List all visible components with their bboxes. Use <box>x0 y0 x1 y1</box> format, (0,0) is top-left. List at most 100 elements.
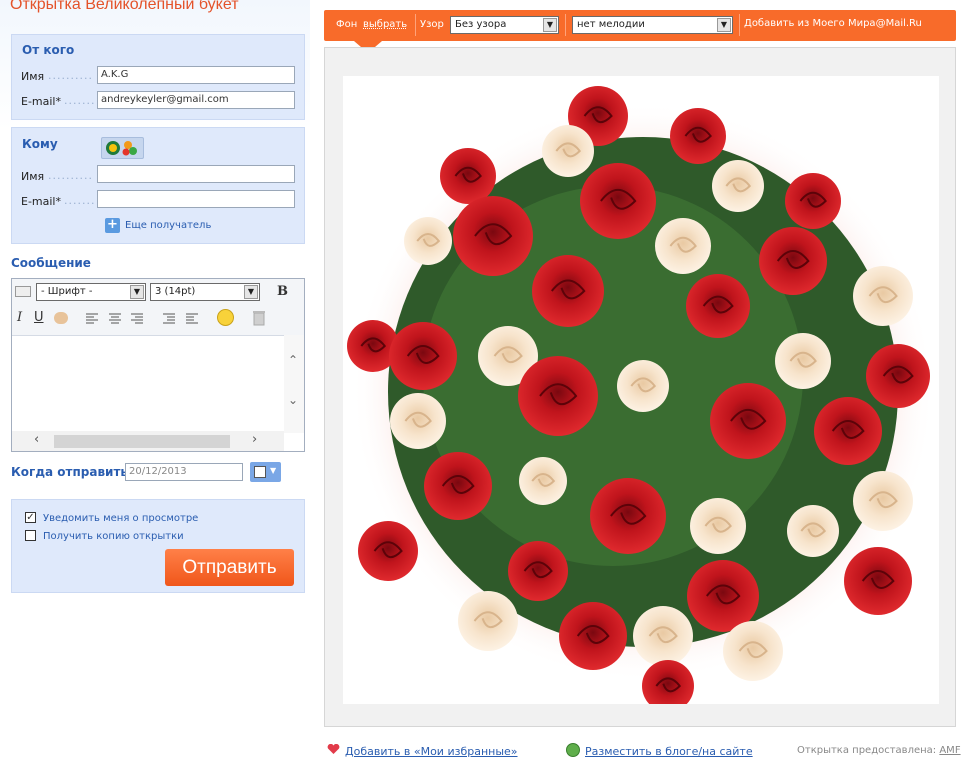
red-rose <box>389 322 457 390</box>
card-toolbar: Фон выбрать Узор Без узора ▼ нет мелодии ▼… <box>324 10 956 41</box>
red-rose <box>580 163 656 239</box>
copy-label[interactable]: Получить копию открытки <box>43 531 184 542</box>
red-rose <box>670 108 726 164</box>
address-book-button[interactable] <box>101 137 144 159</box>
add-recipient-link[interactable]: Еще получатель <box>125 220 211 231</box>
cream-rose <box>458 591 518 651</box>
italic-button[interactable]: I <box>17 310 22 325</box>
color-icon[interactable] <box>54 312 68 324</box>
cream-rose <box>690 498 746 554</box>
from-name-input[interactable]: A.K.G <box>97 66 295 84</box>
divider <box>739 14 740 36</box>
keyboard-icon[interactable] <box>15 286 31 297</box>
bold-button[interactable]: B <box>277 284 288 299</box>
globe-icon <box>566 743 580 757</box>
cream-rose <box>775 333 831 389</box>
cream-rose <box>655 218 711 274</box>
font-select[interactable]: - Шрифт - ▼ <box>36 283 146 301</box>
divider <box>565 14 566 36</box>
bouquet-image <box>347 86 935 712</box>
size-select[interactable]: 3 (14pt) ▼ <box>150 283 260 301</box>
cream-rose <box>712 160 764 212</box>
align-right-icon[interactable] <box>130 312 144 327</box>
smiley-icon[interactable] <box>217 309 234 326</box>
underline-button[interactable]: U <box>34 310 44 325</box>
notify-label[interactable]: Уведомить меня о просмотре <box>43 513 198 524</box>
send-button[interactable]: Отправить <box>165 549 294 586</box>
from-name-label: Имя <box>21 70 45 83</box>
to-name-input[interactable] <box>97 165 295 183</box>
scroll-up-icon[interactable]: ⌃ <box>288 353 298 367</box>
cream-rose <box>617 360 669 412</box>
add-from-myworld-link[interactable]: Добавить из Моего Мира@Mail.Ru <box>744 18 922 29</box>
scroll-down-icon[interactable]: ⌄ <box>288 393 298 407</box>
horizontal-scrollbar[interactable]: ‹ › <box>12 431 284 451</box>
vertical-scrollbar[interactable]: ⌃ ⌄ <box>284 335 304 433</box>
red-rose <box>358 521 418 581</box>
scroll-thumb[interactable] <box>54 435 230 448</box>
leader-dots: ....... <box>64 194 96 207</box>
red-rose <box>687 560 759 632</box>
scroll-right-icon[interactable]: › <box>252 432 257 447</box>
cream-rose <box>542 125 594 177</box>
indent-icon[interactable] <box>162 312 176 327</box>
to-title: Кому <box>22 137 58 151</box>
red-rose <box>518 356 598 436</box>
trash-icon[interactable] <box>252 309 266 329</box>
cream-rose <box>519 457 567 505</box>
cream-rose <box>787 505 839 557</box>
red-rose <box>590 478 666 554</box>
red-rose <box>759 227 827 295</box>
red-rose <box>785 173 841 229</box>
calendar-icon[interactable]: ▼ <box>250 462 281 482</box>
red-rose <box>710 383 786 459</box>
to-email-label: E-mail* <box>21 195 61 208</box>
align-center-icon[interactable] <box>108 312 122 327</box>
cream-rose <box>723 621 783 681</box>
message-title: Сообщение <box>11 256 91 270</box>
notify-checkbox[interactable]: ✓ <box>25 512 36 523</box>
cream-rose <box>404 217 452 265</box>
red-rose <box>559 602 627 670</box>
background-label: Фон <box>336 19 358 30</box>
message-textarea[interactable] <box>14 337 282 429</box>
red-rose <box>844 547 912 615</box>
copy-checkbox[interactable] <box>25 530 36 541</box>
red-rose <box>508 541 568 601</box>
leader-dots: ....... <box>64 94 96 107</box>
divider <box>415 14 416 36</box>
pattern-select[interactable]: Без узора ▼ <box>450 16 559 34</box>
card-preview <box>324 47 956 727</box>
post-to-blog-link[interactable]: Разместить в блоге/на сайте <box>585 745 753 758</box>
red-rose <box>814 397 882 465</box>
send-date-input[interactable]: 20/12/2013 <box>125 463 243 481</box>
red-rose <box>440 148 496 204</box>
red-rose <box>424 452 492 520</box>
credit-text: Открытка предоставлена: AMF <box>797 745 961 756</box>
heart-icon <box>327 743 340 755</box>
to-panel: Кому Имя .......... E-mail* ....... + Ещ… <box>11 127 305 244</box>
background-choose-link[interactable]: выбрать <box>363 19 407 30</box>
add-to-favorites-link[interactable]: Добавить в «Мои избранные» <box>345 745 518 758</box>
from-email-input[interactable]: andreykeyler@gmail.com <box>97 91 295 109</box>
from-title: От кого <box>22 43 75 57</box>
to-name-label: Имя <box>21 170 45 183</box>
pattern-label: Узор <box>420 19 444 30</box>
from-panel: От кого Имя .......... A.K.G E-mail* ...… <box>11 34 305 120</box>
send-date-label: Когда отправить <box>11 465 129 479</box>
scroll-left-icon[interactable]: ‹ <box>34 432 39 447</box>
to-email-input[interactable] <box>97 190 295 208</box>
credit-link[interactable]: AMF <box>939 745 960 756</box>
card-canvas <box>343 76 939 712</box>
align-left-icon[interactable] <box>85 312 99 327</box>
outdent-icon[interactable] <box>185 312 199 327</box>
cream-rose <box>853 266 913 326</box>
plus-icon[interactable]: + <box>105 218 120 233</box>
cream-rose <box>390 393 446 449</box>
leader-dots: .......... <box>48 169 93 182</box>
red-rose <box>866 344 930 408</box>
melody-select[interactable]: нет мелодии ▼ <box>572 16 733 34</box>
page-title: Открытка Великолепный букет <box>10 0 239 13</box>
leader-dots: .......... <box>48 69 93 82</box>
red-rose <box>453 196 533 276</box>
